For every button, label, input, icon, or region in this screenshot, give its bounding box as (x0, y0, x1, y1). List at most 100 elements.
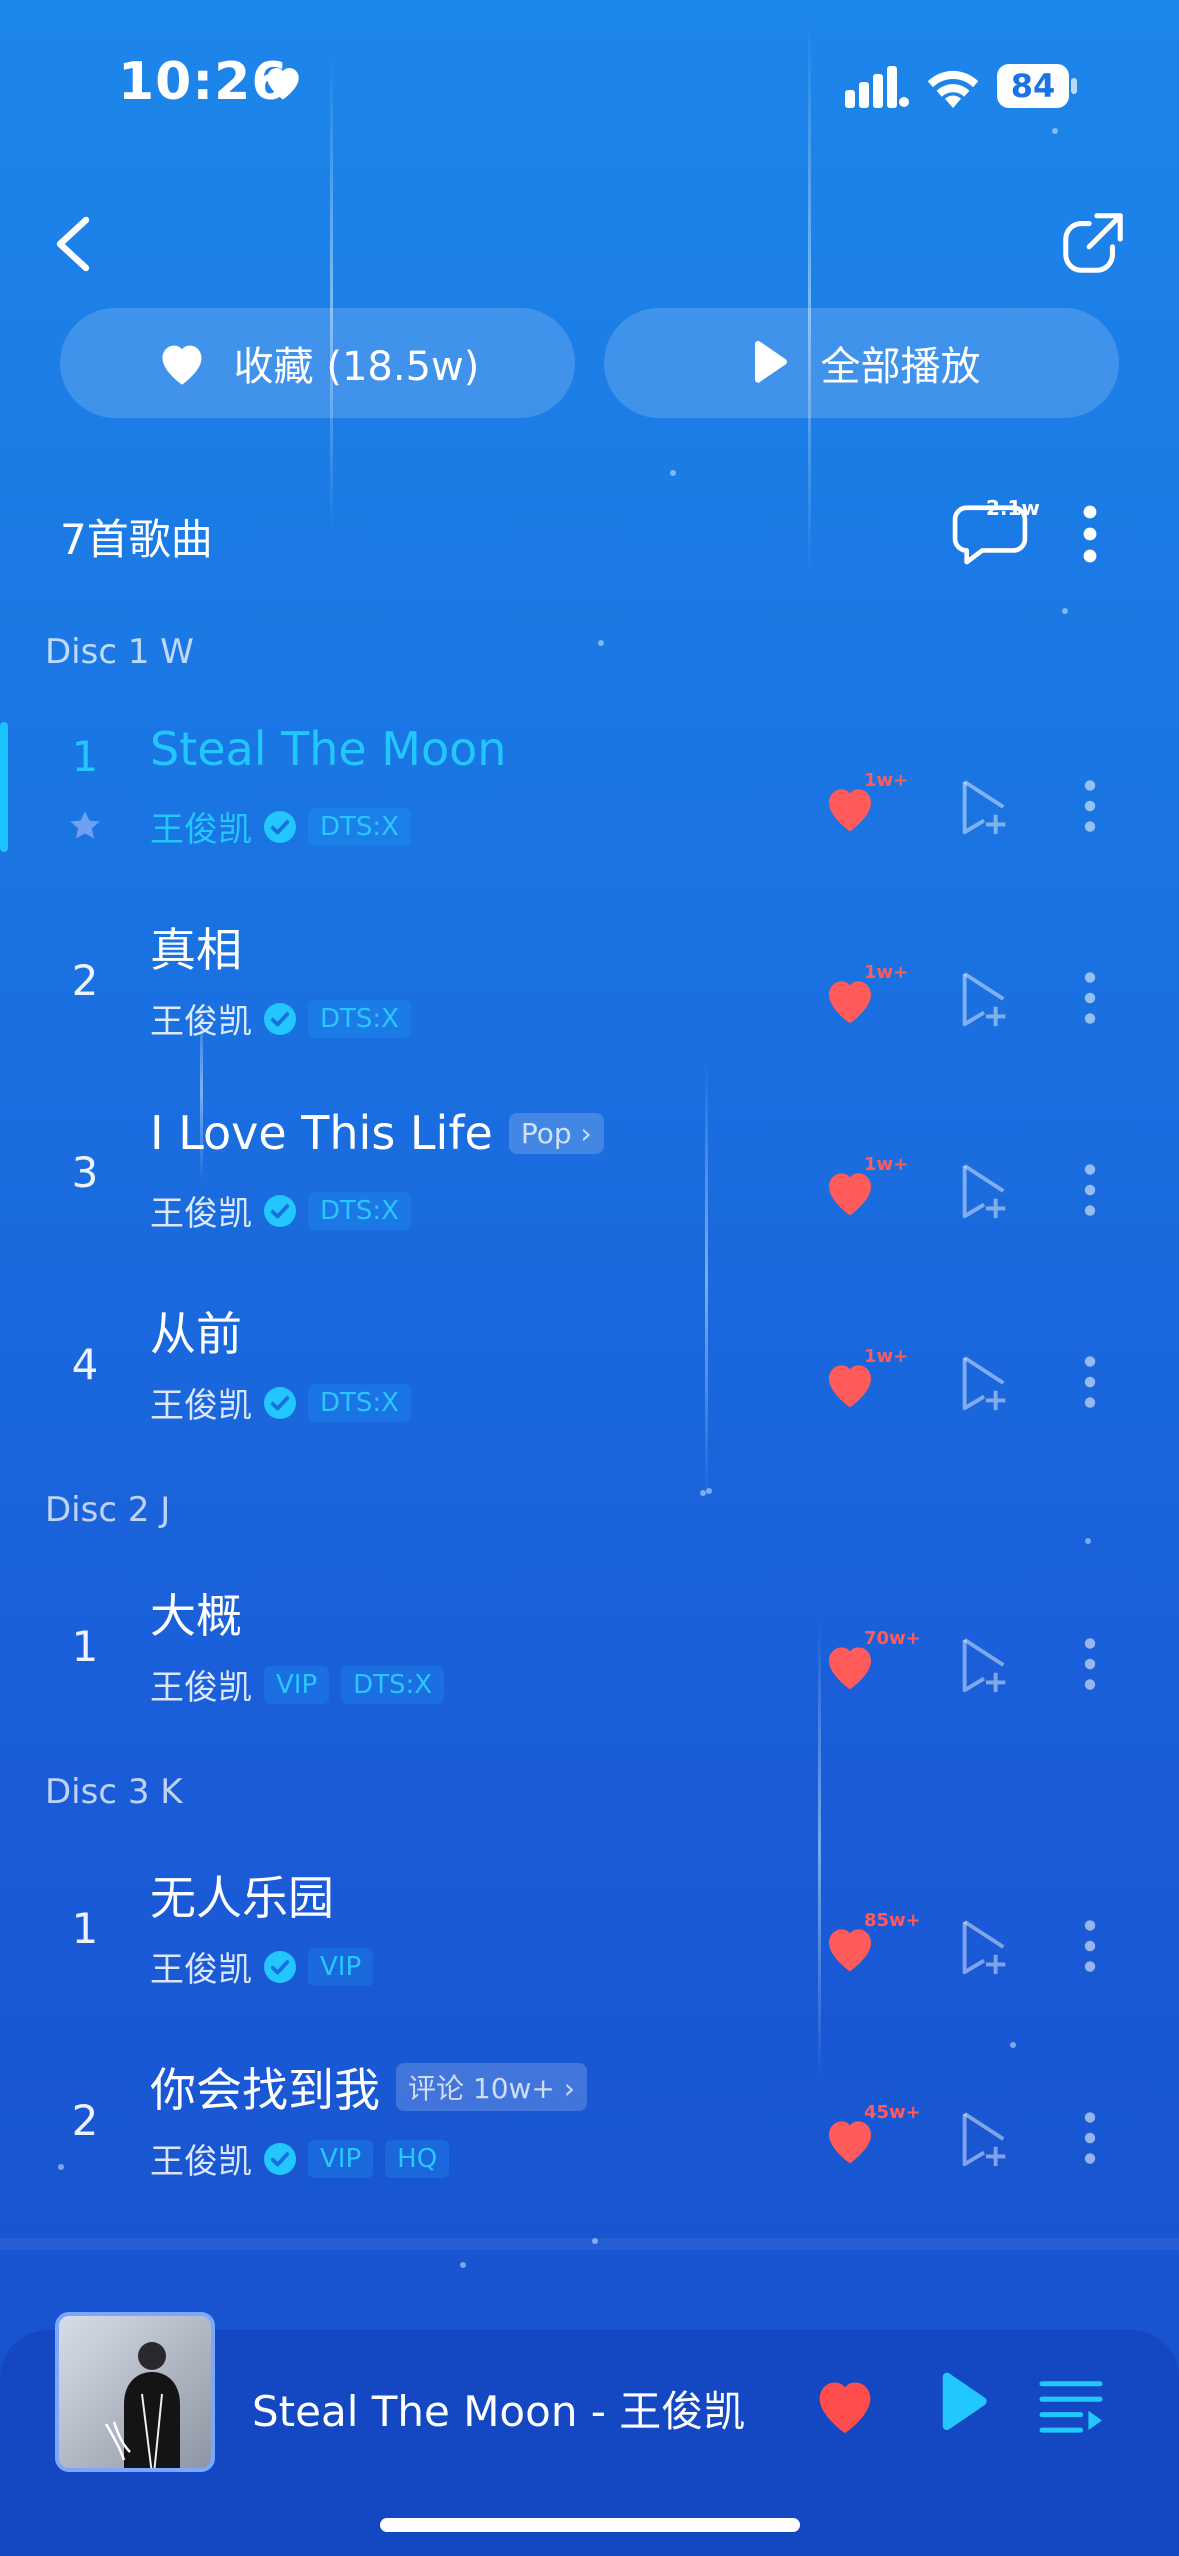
artist-name[interactable]: 王俊凯 (150, 994, 252, 1043)
play-icon (754, 340, 787, 383)
quality-tag: DTS:X (341, 1665, 445, 1704)
genre-badge[interactable]: Pop › (508, 1112, 604, 1154)
add-to-playlist-icon[interactable] (958, 2108, 1010, 2170)
disc-label: Disc 3 K (45, 1772, 183, 1812)
list-header: 7首歌曲 2.1w (60, 496, 1120, 570)
add-to-playlist-icon[interactable] (958, 1916, 1010, 1978)
disc-label: Disc 1 W (45, 632, 194, 672)
add-to-playlist-icon[interactable] (958, 1634, 1010, 1696)
vip-tag: VIP (308, 2139, 374, 2178)
cover-artwork (104, 2342, 180, 2468)
collect-button[interactable]: 收藏 (18.5w) (60, 308, 575, 418)
song-title: 你会找到我 评论 10w+ › (150, 2054, 588, 2120)
heart-icon (162, 345, 202, 385)
song-row[interactable]: 2 真相 王俊凯 DTS:X 1w+ (0, 912, 1179, 1092)
back-arrow-icon[interactable] (50, 214, 94, 274)
track-number: 2 (71, 956, 99, 1005)
play-all-label: 全部播放 (820, 344, 981, 390)
song-meta: 王俊凯 DTS:X (150, 1186, 411, 1235)
more-icon[interactable] (1080, 1636, 1100, 1692)
home-indicator[interactable] (380, 2518, 800, 2532)
song-row[interactable]: 3 I Love This Life Pop › 王俊凯 DTS:X 1w+ (0, 1104, 1179, 1284)
song-meta: 王俊凯 VIP HQ (150, 2134, 450, 2183)
quality-tag: DTS:X (308, 999, 411, 1038)
verified-icon (264, 1195, 296, 1227)
signal-icon (845, 66, 909, 108)
track-number: 1 (71, 732, 99, 781)
add-to-playlist-icon[interactable] (958, 1352, 1010, 1414)
more-icon[interactable] (1080, 2110, 1100, 2166)
song-title: 无人乐园 (150, 1871, 334, 1925)
song-row[interactable]: 1 大概 王俊凯 VIP DTS:X 70w+ (0, 1578, 1179, 1758)
song-title: 真相 (150, 923, 242, 977)
like-heart-icon[interactable] (810, 2374, 880, 2436)
artist-name[interactable]: 王俊凯 (150, 1660, 252, 1709)
list-divider (0, 2238, 1179, 2250)
like-count: 1w+ (864, 1154, 909, 1175)
artist-name[interactable]: 王俊凯 (150, 2134, 252, 2183)
song-title: 从前 (150, 1307, 242, 1361)
verified-icon (264, 1951, 296, 1983)
song-title: Steal The Moon (150, 722, 507, 776)
song-count: 7首歌曲 (60, 515, 213, 564)
share-icon[interactable] (1058, 208, 1128, 278)
more-icon[interactable] (1080, 778, 1100, 834)
album-cover[interactable] (55, 2312, 215, 2472)
vip-tag: VIP (264, 1665, 330, 1704)
like-count: 1w+ (864, 1346, 909, 1367)
more-icon[interactable] (1080, 1162, 1100, 1218)
more-icon[interactable] (1080, 1918, 1100, 1974)
verified-icon (264, 1387, 296, 1419)
track-number: 2 (71, 2096, 99, 2145)
add-to-playlist-icon[interactable] (958, 776, 1010, 838)
verified-icon (264, 1003, 296, 1035)
song-row[interactable]: 4 从前 王俊凯 DTS:X 1w+ (0, 1296, 1179, 1476)
song-title: 大概 (150, 1589, 242, 1643)
song-meta: 王俊凯 VIP (150, 1942, 374, 1991)
more-icon[interactable] (1080, 970, 1100, 1026)
more-icon[interactable] (1080, 1354, 1100, 1410)
song-meta: 王俊凯 DTS:X (150, 1378, 411, 1427)
song-title: I Love This Life Pop › (150, 1106, 604, 1160)
quality-tag: HQ (385, 2139, 450, 2178)
battery-indicator: 84 (997, 64, 1077, 108)
add-to-playlist-icon[interactable] (958, 968, 1010, 1030)
queue-icon[interactable] (1038, 2376, 1104, 2434)
collect-label: 收藏 (18.5w) (233, 344, 480, 390)
quality-tag: DTS:X (308, 1383, 411, 1422)
verified-icon (264, 2143, 296, 2175)
like-count: 45w+ (864, 2102, 921, 2123)
like-count: 1w+ (864, 770, 909, 791)
artist-name[interactable]: 王俊凯 (150, 1942, 252, 1991)
now-playing-indicator (0, 722, 8, 852)
track-number: 4 (71, 1340, 99, 1389)
heart-icon (267, 68, 299, 100)
like-count: 85w+ (864, 1910, 921, 1931)
wifi-icon (927, 70, 979, 108)
comment-count: 2.1w (986, 496, 1040, 520)
song-row[interactable]: 1 无人乐园 王俊凯 VIP 85w+ (0, 1860, 1179, 2040)
more-icon[interactable] (1080, 504, 1100, 564)
disc-label: Disc 2 J (45, 1490, 171, 1530)
quality-tag: DTS:X (308, 807, 411, 846)
artist-name[interactable]: 王俊凯 (150, 1186, 252, 1235)
like-count: 1w+ (864, 962, 909, 983)
vip-tag: VIP (308, 1947, 374, 1986)
play-icon[interactable] (934, 2370, 990, 2436)
track-number: 1 (71, 1622, 99, 1671)
track-number: 3 (71, 1148, 99, 1197)
add-to-playlist-icon[interactable] (958, 1160, 1010, 1222)
comment-badge[interactable]: 评论 10w+ › (396, 2063, 588, 2111)
song-row[interactable]: 1 Steal The Moon 王俊凯 DTS:X 1w+ (0, 720, 1179, 900)
song-row[interactable]: 2 你会找到我 评论 10w+ › 王俊凯 VIP HQ 45w+ (0, 2052, 1179, 2232)
star-icon (70, 811, 100, 839)
now-playing-title[interactable]: Steal The Moon - 王俊凯 (252, 2378, 745, 2439)
quality-tag: DTS:X (308, 1191, 411, 1230)
song-meta: 王俊凯 VIP DTS:X (150, 1660, 445, 1709)
track-number: 1 (71, 1904, 99, 1953)
artist-name[interactable]: 王俊凯 (150, 802, 252, 851)
play-all-button[interactable]: 全部播放 (604, 308, 1119, 418)
status-bar: 10:26 84 (0, 0, 1179, 170)
artist-name[interactable]: 王俊凯 (150, 1378, 252, 1427)
like-count: 70w+ (864, 1628, 921, 1649)
